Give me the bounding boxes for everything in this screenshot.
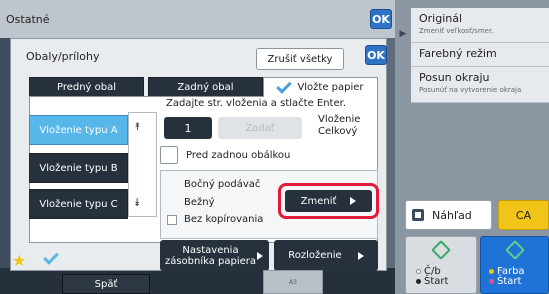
color-mode-title: Farebný režim (419, 47, 497, 60)
tab-front-cover[interactable]: Predný obal (29, 77, 144, 97)
color-dot-magenta-icon (489, 279, 494, 284)
play-icon: ▶ (399, 29, 407, 39)
preview-button[interactable]: Náhľad (405, 200, 492, 230)
no-copy-checkbox[interactable] (167, 215, 177, 225)
layout-button[interactable]: Rozloženie (274, 240, 378, 271)
start-icon (504, 240, 525, 260)
paper-type-text: Bežný (184, 197, 215, 208)
no-copy-label: Bez kopírovania (184, 214, 264, 225)
original-title: Originál (419, 12, 463, 25)
before-back-cover-label: Pred zadnou obálkou (186, 149, 291, 161)
page-number-field[interactable]: 1 (164, 117, 212, 139)
page-title: Ostatné (6, 13, 50, 26)
color-start-button[interactable]: Farba Štart (480, 236, 549, 294)
total-label: Vloženie Celkový (318, 114, 360, 138)
dialog-ok-button[interactable]: OK (365, 45, 387, 65)
before-back-cover-row[interactable]: Pred zadnou obálkou (160, 146, 290, 164)
preview-icon (412, 209, 424, 221)
tab-insert-paper-label: Vložte papier (297, 82, 364, 93)
paper-thumbnail: A3 (263, 270, 323, 294)
color-start-line2: Štart (497, 276, 522, 287)
star-icon[interactable]: ★ (12, 251, 26, 270)
total-label-line2: Celkový (318, 126, 358, 137)
header-ok-button[interactable]: OK (370, 9, 392, 29)
paper-source-text: Bočný podávač (184, 179, 261, 190)
enter-button[interactable]: Zadať (218, 117, 302, 139)
dialog-title: Obaly/prílohy (26, 50, 100, 63)
original-item[interactable]: Originál Zmeniť veľkosť/smer. (411, 8, 549, 43)
arrow-right-icon (350, 197, 357, 205)
margin-shift-title: Posun okraju (419, 71, 490, 84)
scroll-down-icon[interactable]: ⯯ (134, 196, 141, 210)
insert-type-a-button[interactable]: Vloženie typu A (29, 115, 128, 145)
bw-dot-icon (416, 269, 421, 274)
tab-back-cover[interactable]: Zadný obal (148, 77, 263, 97)
bw-dot-black-icon (416, 279, 421, 284)
header-bar (0, 0, 395, 38)
color-mode-item[interactable]: Farebný režim (411, 43, 549, 67)
total-label-line1: Vloženie (318, 114, 361, 125)
before-back-cover-checkbox[interactable] (160, 146, 178, 164)
check-icon (276, 78, 293, 94)
original-subtitle: Zmeniť veľkosť/smer. (419, 27, 494, 35)
list-scrollbar[interactable] (128, 112, 157, 217)
bw-start-line2: Štart (424, 276, 449, 287)
arrow-right-icon (257, 251, 263, 260)
color-dot-icon (489, 269, 494, 274)
instruction-text: Zadajte str. vloženia a stlačte Enter. (166, 98, 346, 109)
color-start-label: Farba Štart (489, 267, 525, 287)
tab-insert-paper[interactable]: Vložte papier (263, 77, 378, 97)
arrow-right-icon (357, 251, 364, 260)
back-button[interactable]: Späť (62, 274, 150, 294)
tray-settings-button[interactable]: Nastavenia zásobníka papiera (160, 240, 269, 271)
scroll-up-icon[interactable]: ⯭ (134, 120, 141, 134)
change-button[interactable]: Zmeniť (285, 190, 372, 212)
layout-label: Rozloženie (288, 250, 342, 261)
bw-start-label: Č/b Štart (416, 267, 448, 287)
change-label: Zmeniť (300, 195, 337, 207)
margin-shift-item[interactable]: Posun okraju Posunúť na vytvorenie okraj… (411, 67, 549, 103)
tray-settings-line2: zásobníka papiera (164, 255, 257, 267)
bw-start-button[interactable]: Č/b Štart (405, 236, 477, 294)
insert-type-c-button[interactable]: Vloženie typu C (29, 189, 128, 219)
margin-shift-subtitle: Posunúť na vytvorenie okraja (419, 86, 522, 94)
ca-button[interactable]: CA (498, 200, 549, 230)
insert-type-b-button[interactable]: Vloženie typu B (29, 153, 128, 183)
bottom-bar (0, 268, 395, 294)
start-icon (431, 240, 451, 260)
clear-all-button[interactable]: Zrušiť všetky (256, 48, 344, 70)
tray-settings-line1: Nastavenia (182, 244, 239, 256)
preview-label: Náhľad (432, 208, 472, 222)
